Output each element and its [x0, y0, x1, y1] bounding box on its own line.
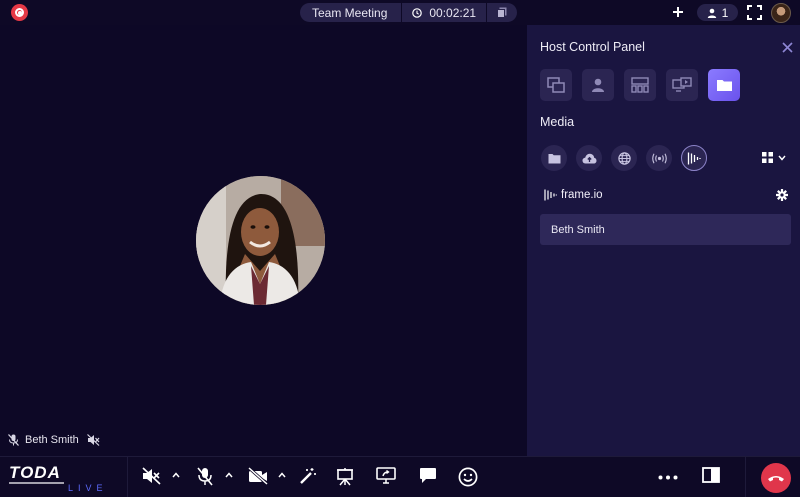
folder-icon	[716, 80, 732, 91]
chevron-up-icon[interactable]	[278, 472, 286, 478]
media-folder-button[interactable]	[541, 145, 567, 171]
share-screen-button[interactable]	[376, 467, 396, 484]
globe-icon	[617, 151, 631, 165]
chat-button[interactable]	[419, 467, 437, 484]
chevron-down-icon	[778, 155, 786, 161]
more-horizontal-icon	[658, 475, 678, 480]
more-options-button[interactable]	[658, 475, 678, 480]
screen-share-tool-button[interactable]	[540, 69, 572, 101]
present-tool-button[interactable]	[666, 69, 698, 101]
svg-text:LIVE: LIVE	[68, 483, 108, 493]
grid-view-icon	[762, 152, 773, 163]
mic-muted-icon	[8, 434, 19, 446]
camera-off-icon	[248, 467, 268, 485]
magic-wand-icon	[300, 468, 316, 484]
user-avatar[interactable]	[771, 3, 791, 23]
media-cloud-button[interactable]	[576, 145, 602, 171]
person-icon	[707, 8, 716, 18]
screens-icon	[547, 77, 565, 93]
media-source-header: frame.io	[544, 189, 603, 201]
panel-title: Host Control Panel	[540, 40, 645, 54]
fullscreen-icon[interactable]	[747, 5, 762, 20]
copy-icon	[497, 7, 507, 18]
present-screen-icon	[672, 77, 692, 92]
participant-name-tag: Beth Smith	[8, 434, 100, 446]
participants-button[interactable]: 1	[697, 4, 738, 21]
close-icon[interactable]	[782, 42, 793, 53]
video-stage: Beth Smith	[0, 25, 527, 456]
participants-tool-button[interactable]	[582, 69, 614, 101]
add-icon[interactable]	[671, 5, 685, 19]
smiley-icon	[458, 467, 478, 487]
folder-icon	[548, 153, 560, 163]
participant-count: 1	[721, 5, 729, 20]
mic-toggle-button[interactable]	[197, 467, 213, 486]
chat-bubble-icon	[420, 468, 436, 483]
svg-text:TODA: TODA	[9, 463, 61, 482]
side-panel-icon	[702, 467, 720, 483]
effects-button[interactable]	[299, 467, 317, 485]
record-icon[interactable]	[11, 4, 28, 21]
host-control-tools	[540, 69, 740, 101]
media-tool-button[interactable]	[708, 69, 740, 101]
cloud-upload-icon	[582, 153, 596, 163]
whiteboard-button[interactable]	[336, 467, 354, 486]
speaker-muted-icon	[86, 434, 100, 446]
host-control-panel: Host Control Panel Media frame.io Beth S…	[527, 25, 800, 456]
media-source-name: frame.io	[561, 189, 603, 201]
timer-value: 00:02:21	[429, 5, 477, 20]
gear-icon[interactable]	[776, 189, 788, 201]
view-mode-dropdown[interactable]	[762, 152, 786, 163]
copy-button[interactable]	[487, 7, 517, 18]
easel-icon	[337, 468, 353, 486]
speaker-muted-icon	[142, 467, 161, 485]
media-web-button[interactable]	[611, 145, 637, 171]
media-section-title: Media	[540, 115, 575, 129]
bottom-toolbar: TODA LIVE	[0, 456, 800, 497]
chevron-up-icon[interactable]	[172, 472, 180, 478]
camera-toggle-button[interactable]	[248, 467, 268, 485]
chevron-up-icon[interactable]	[225, 472, 233, 478]
frameio-logo-icon	[687, 152, 701, 164]
media-broadcast-button[interactable]	[646, 145, 672, 171]
mic-muted-icon	[197, 467, 213, 486]
toda-live-logo: TODA LIVE	[9, 463, 108, 493]
participant-name: Beth Smith	[25, 434, 79, 446]
hang-up-icon	[768, 476, 784, 482]
layout-grid-icon	[631, 77, 649, 93]
speaker-toggle-button[interactable]	[142, 467, 161, 485]
end-call-button[interactable]	[761, 463, 791, 493]
meeting-info-pill: Team Meeting 00:02:21	[300, 3, 518, 22]
frameio-logo-icon	[544, 189, 557, 201]
reactions-button[interactable]	[458, 467, 478, 487]
meeting-title: Team Meeting	[312, 5, 388, 20]
media-list-item[interactable]: Beth Smith	[540, 214, 791, 245]
person-icon	[592, 78, 604, 92]
clock-icon	[412, 7, 423, 18]
toggle-panel-button[interactable]	[702, 467, 720, 483]
meeting-timer: 00:02:21	[402, 6, 486, 20]
participant-video-avatar	[196, 176, 325, 305]
media-sources	[541, 145, 707, 171]
media-frameio-button[interactable]	[681, 145, 707, 171]
top-bar: Team Meeting 00:02:21 1	[0, 0, 800, 25]
broadcast-icon	[651, 153, 667, 163]
share-screen-icon	[376, 467, 396, 484]
layout-tool-button[interactable]	[624, 69, 656, 101]
